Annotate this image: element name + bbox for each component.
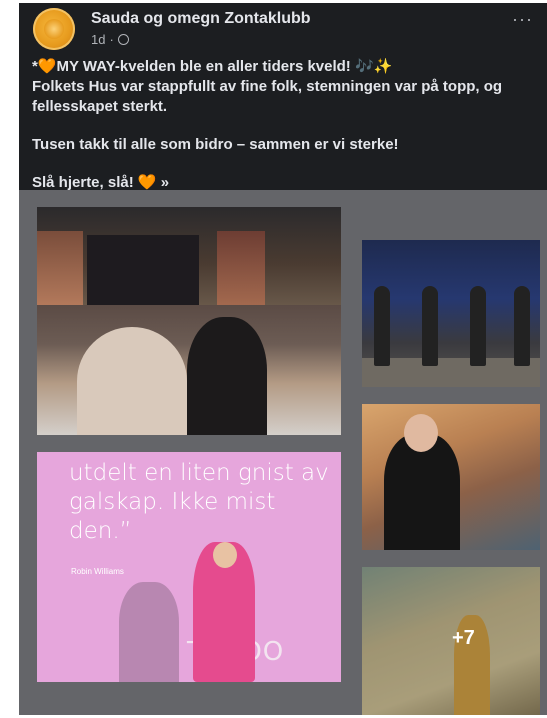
photo-detail — [217, 231, 265, 307]
post-text-line1: *🧡MY WAY-kvelden ble en aller tiders kve… — [32, 58, 393, 75]
photo-more[interactable]: +7 — [362, 567, 540, 715]
photo-detail — [213, 542, 237, 568]
photo-detail — [422, 286, 438, 366]
photo-detail — [470, 286, 486, 366]
post-meta: 1d · — [91, 32, 129, 47]
more-options-icon[interactable]: ··· — [512, 9, 533, 30]
photo-speaker[interactable] — [362, 404, 540, 550]
more-photos-count[interactable]: +7 — [452, 627, 475, 650]
page-avatar[interactable] — [33, 8, 75, 50]
photo-detail — [119, 582, 179, 682]
post-text-line2: Folkets Hus var stappfullt av fine folk,… — [32, 78, 503, 115]
photo-detail — [187, 317, 267, 435]
photo-overlay — [362, 567, 540, 715]
photo-detail — [87, 235, 199, 305]
globe-icon — [117, 34, 129, 45]
meta-separator: · — [109, 32, 114, 47]
photo-gallery: utdelt en liten gnist av galskap. Ikke m… — [19, 190, 547, 715]
photo-quote-slide[interactable]: utdelt en liten gnist av galskap. Ikke m… — [37, 452, 341, 682]
photo-audience[interactable] — [37, 207, 341, 435]
photo-detail — [374, 286, 390, 366]
slide-quote: utdelt en liten gnist av galskap. Ikke m… — [69, 460, 329, 544]
photo-detail — [404, 414, 438, 452]
photo-detail — [514, 286, 530, 366]
photo-detail — [77, 327, 187, 435]
page-name[interactable]: Sauda og omegn Zontaklubb — [91, 10, 311, 28]
photo-detail — [37, 231, 83, 307]
post-time[interactable]: 1d — [91, 32, 105, 47]
post-text-para2: Tusen takk til alle som bidro – sammen e… — [32, 136, 399, 153]
photo-band[interactable] — [362, 240, 540, 387]
slide-quote-author: Robin Williams — [71, 567, 124, 576]
post-text: *🧡MY WAY-kvelden ble en aller tiders kve… — [32, 57, 537, 211]
facebook-post: Sauda og omegn Zontaklubb 1d · ··· *🧡MY … — [19, 3, 547, 715]
post-header: Sauda og omegn Zontaklubb 1d · ··· — [19, 3, 547, 51]
